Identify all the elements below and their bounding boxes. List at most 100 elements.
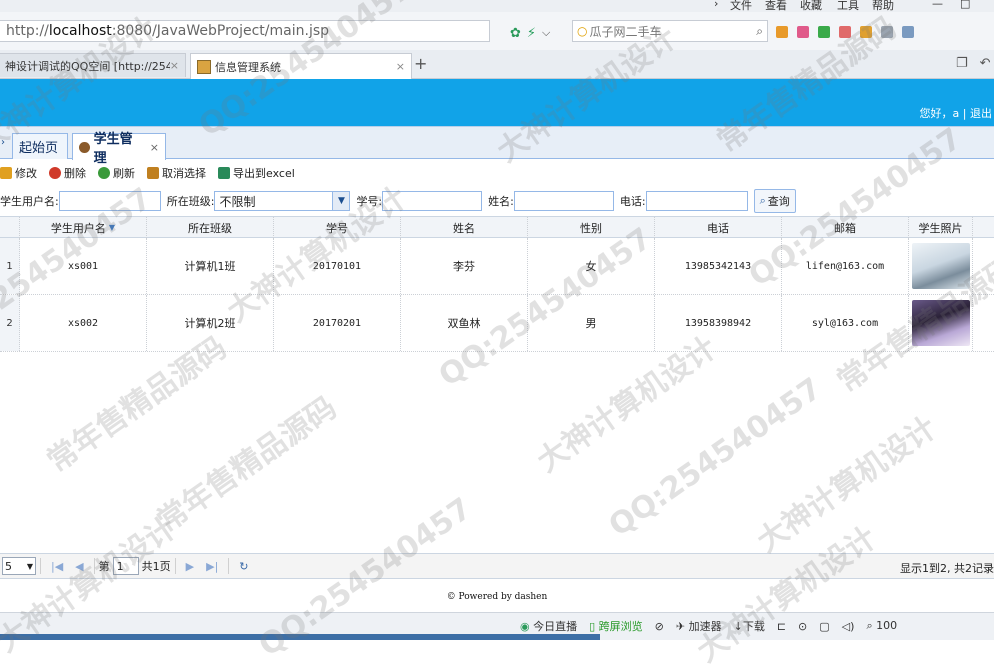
phone-filter-input[interactable] <box>645 191 748 211</box>
browser-tab-label: 神设计调试的QQ空间 [http://2545 <box>5 59 170 73</box>
pager-separator <box>40 558 41 574</box>
sort-desc-icon: ▼ <box>108 223 116 232</box>
header-label: 性别 <box>580 221 602 235</box>
refresh-button[interactable]: 刷新 <box>98 165 135 181</box>
user-greeting[interactable]: 您好，a | 退出 <box>920 105 992 121</box>
header-class[interactable]: 所在班级 <box>147 217 274 238</box>
screenshot-icon[interactable] <box>881 26 893 38</box>
action-toolbar: 修改 删除 刷新 取消选择 导出到excel <box>0 162 307 184</box>
shield-icon[interactable] <box>818 26 830 38</box>
cell-name: 李芬 <box>401 238 528 294</box>
header-gender[interactable]: 性别 <box>528 217 655 238</box>
live-button[interactable]: ◉ 今日直播 <box>520 618 577 634</box>
layout-icon[interactable]: ⊏ <box>777 620 786 633</box>
history-icon[interactable]: ⊙ <box>798 620 807 633</box>
tab-student-management[interactable]: 学生管理 × <box>72 132 166 166</box>
close-icon[interactable]: × <box>396 60 405 73</box>
unselect-button[interactable]: 取消选择 <box>147 165 206 181</box>
header-name[interactable]: 姓名 <box>401 217 528 238</box>
lightning-icon[interactable]: ⚡ <box>527 26 536 41</box>
chevron-down-icon: ▼ <box>26 561 33 571</box>
close-icon[interactable]: × <box>170 59 179 72</box>
undo-icon <box>147 167 159 179</box>
chevron-right-icon[interactable]: › <box>714 0 718 10</box>
apps-icon[interactable] <box>776 26 788 38</box>
restore-icon[interactable]: ❐ <box>956 56 968 71</box>
minimize-icon[interactable]: — <box>932 0 943 10</box>
window-icon[interactable]: ▢ <box>819 620 829 633</box>
table-row[interactable]: 2 xs002 计算机2班 20170201 双鱼林 男 13958398942… <box>0 295 994 352</box>
search-input[interactable]: ○ 瓜子网二手车 ⌕ <box>572 20 768 42</box>
search-icon[interactable]: ⌕ <box>756 24 763 39</box>
page-number-input[interactable]: 1 <box>112 557 139 575</box>
chevron-down-icon[interactable]: ⌵ <box>542 26 550 40</box>
gift-icon[interactable] <box>860 26 872 38</box>
student-photo[interactable] <box>911 243 970 289</box>
name-filter-input[interactable] <box>513 191 614 211</box>
prev-page-icon[interactable]: ◀ <box>75 560 83 573</box>
pencil-icon <box>0 167 12 179</box>
class-filter-select[interactable]: 不限制 ▼ <box>214 191 351 211</box>
extension-icon[interactable] <box>902 26 914 38</box>
next-page-icon[interactable]: ▶ <box>186 560 194 573</box>
class-filter-value: 不限制 <box>219 194 256 209</box>
os-taskbar <box>0 634 600 640</box>
zoom-control[interactable]: ⌕ 100 <box>866 619 897 633</box>
tab-home[interactable]: 起始页 <box>12 133 68 159</box>
browser-tab-qq[interactable]: 神设计调试的QQ空间 [http://2545 × <box>0 53 186 77</box>
cell-username: xs001 <box>20 238 147 294</box>
query-label: 查询 <box>767 195 790 208</box>
header-username[interactable]: 学生用户名 ▼ <box>20 217 147 238</box>
new-tab-button[interactable]: + <box>414 54 427 73</box>
live-label: 今日直播 <box>533 620 578 633</box>
close-icon[interactable]: × <box>150 141 159 154</box>
cell-phone: 13958398942 <box>655 295 782 351</box>
header-email[interactable]: 邮箱 <box>782 217 909 238</box>
student-grid: 学生用户名 ▼ 所在班级 学号 姓名 性别 电话 邮箱 学生照片 1 xs001… <box>0 216 994 554</box>
edit-button[interactable]: 修改 <box>0 165 37 181</box>
cell-phone: 13985342143 <box>655 238 782 294</box>
accelerator-button[interactable]: ✈ 加速器 <box>676 618 722 634</box>
undo-icon[interactable]: ↶ <box>980 56 991 71</box>
chevron-down-icon[interactable]: ▼ <box>332 192 350 210</box>
download-button[interactable]: ↓下载 <box>734 618 765 634</box>
header-photo[interactable]: 学生照片 <box>909 217 973 238</box>
delete-button[interactable]: 删除 <box>49 165 86 181</box>
header-phone[interactable]: 电话 <box>655 217 782 238</box>
row-number: 1 <box>0 238 20 294</box>
volume-icon[interactable]: ◁) <box>842 620 855 633</box>
refresh-icon[interactable]: ✿ <box>510 26 521 41</box>
query-button[interactable]: ⌕ 查询 <box>753 189 796 213</box>
download-icon: ↓ <box>733 620 743 633</box>
zoom-value: 100 <box>876 619 898 632</box>
rocket-icon: ✈ <box>675 620 686 633</box>
url-input[interactable]: http://localhost:8080/JavaWebProject/mai… <box>0 20 490 42</box>
bookmark-icon[interactable] <box>797 26 809 38</box>
number-filter-input[interactable] <box>382 191 483 211</box>
username-filter-input[interactable] <box>58 191 161 211</box>
zoom-icon: ⌕ <box>866 619 873 632</box>
adobe-icon[interactable] <box>839 26 851 38</box>
first-page-icon[interactable]: |◀ <box>51 560 63 573</box>
export-excel-button[interactable]: 导出到excel <box>218 165 295 181</box>
pagination-bar: 5 ▼ |◀ ◀ 第 1 共1页 ▶ ▶| ↻ 显示1到2, 共2记录 <box>0 553 994 579</box>
last-page-icon[interactable]: ▶| <box>206 560 218 573</box>
username-filter-label: 学生用户名: <box>0 195 59 208</box>
maximize-icon[interactable]: □ <box>960 0 970 10</box>
page-number-value: 1 <box>116 559 124 573</box>
phone-icon: ▯ <box>589 620 596 633</box>
table-row[interactable]: 1 xs001 计算机1班 20170101 李芬 女 13985342143 … <box>0 238 994 295</box>
student-photo[interactable] <box>911 300 970 346</box>
search-engine-icon[interactable]: ○ <box>577 24 587 38</box>
browser-tab-app[interactable]: 信息管理系统 × <box>190 53 412 79</box>
delete-label: 删除 <box>64 167 86 180</box>
reload-icon[interactable]: ↻ <box>239 560 248 573</box>
header-label: 学生用户名 <box>50 221 106 235</box>
chevron-left-icon[interactable]: › <box>1 137 5 148</box>
header-number[interactable]: 学号 <box>274 217 401 238</box>
url-host: localhost <box>48 23 112 39</box>
page-size-select[interactable]: 5 ▼ <box>2 557 36 575</box>
compass-icon[interactable]: ⊘ <box>655 620 664 633</box>
cross-screen-button[interactable]: ▯ 跨屏浏览 <box>589 618 643 634</box>
cell-number: 20170101 <box>274 238 401 294</box>
